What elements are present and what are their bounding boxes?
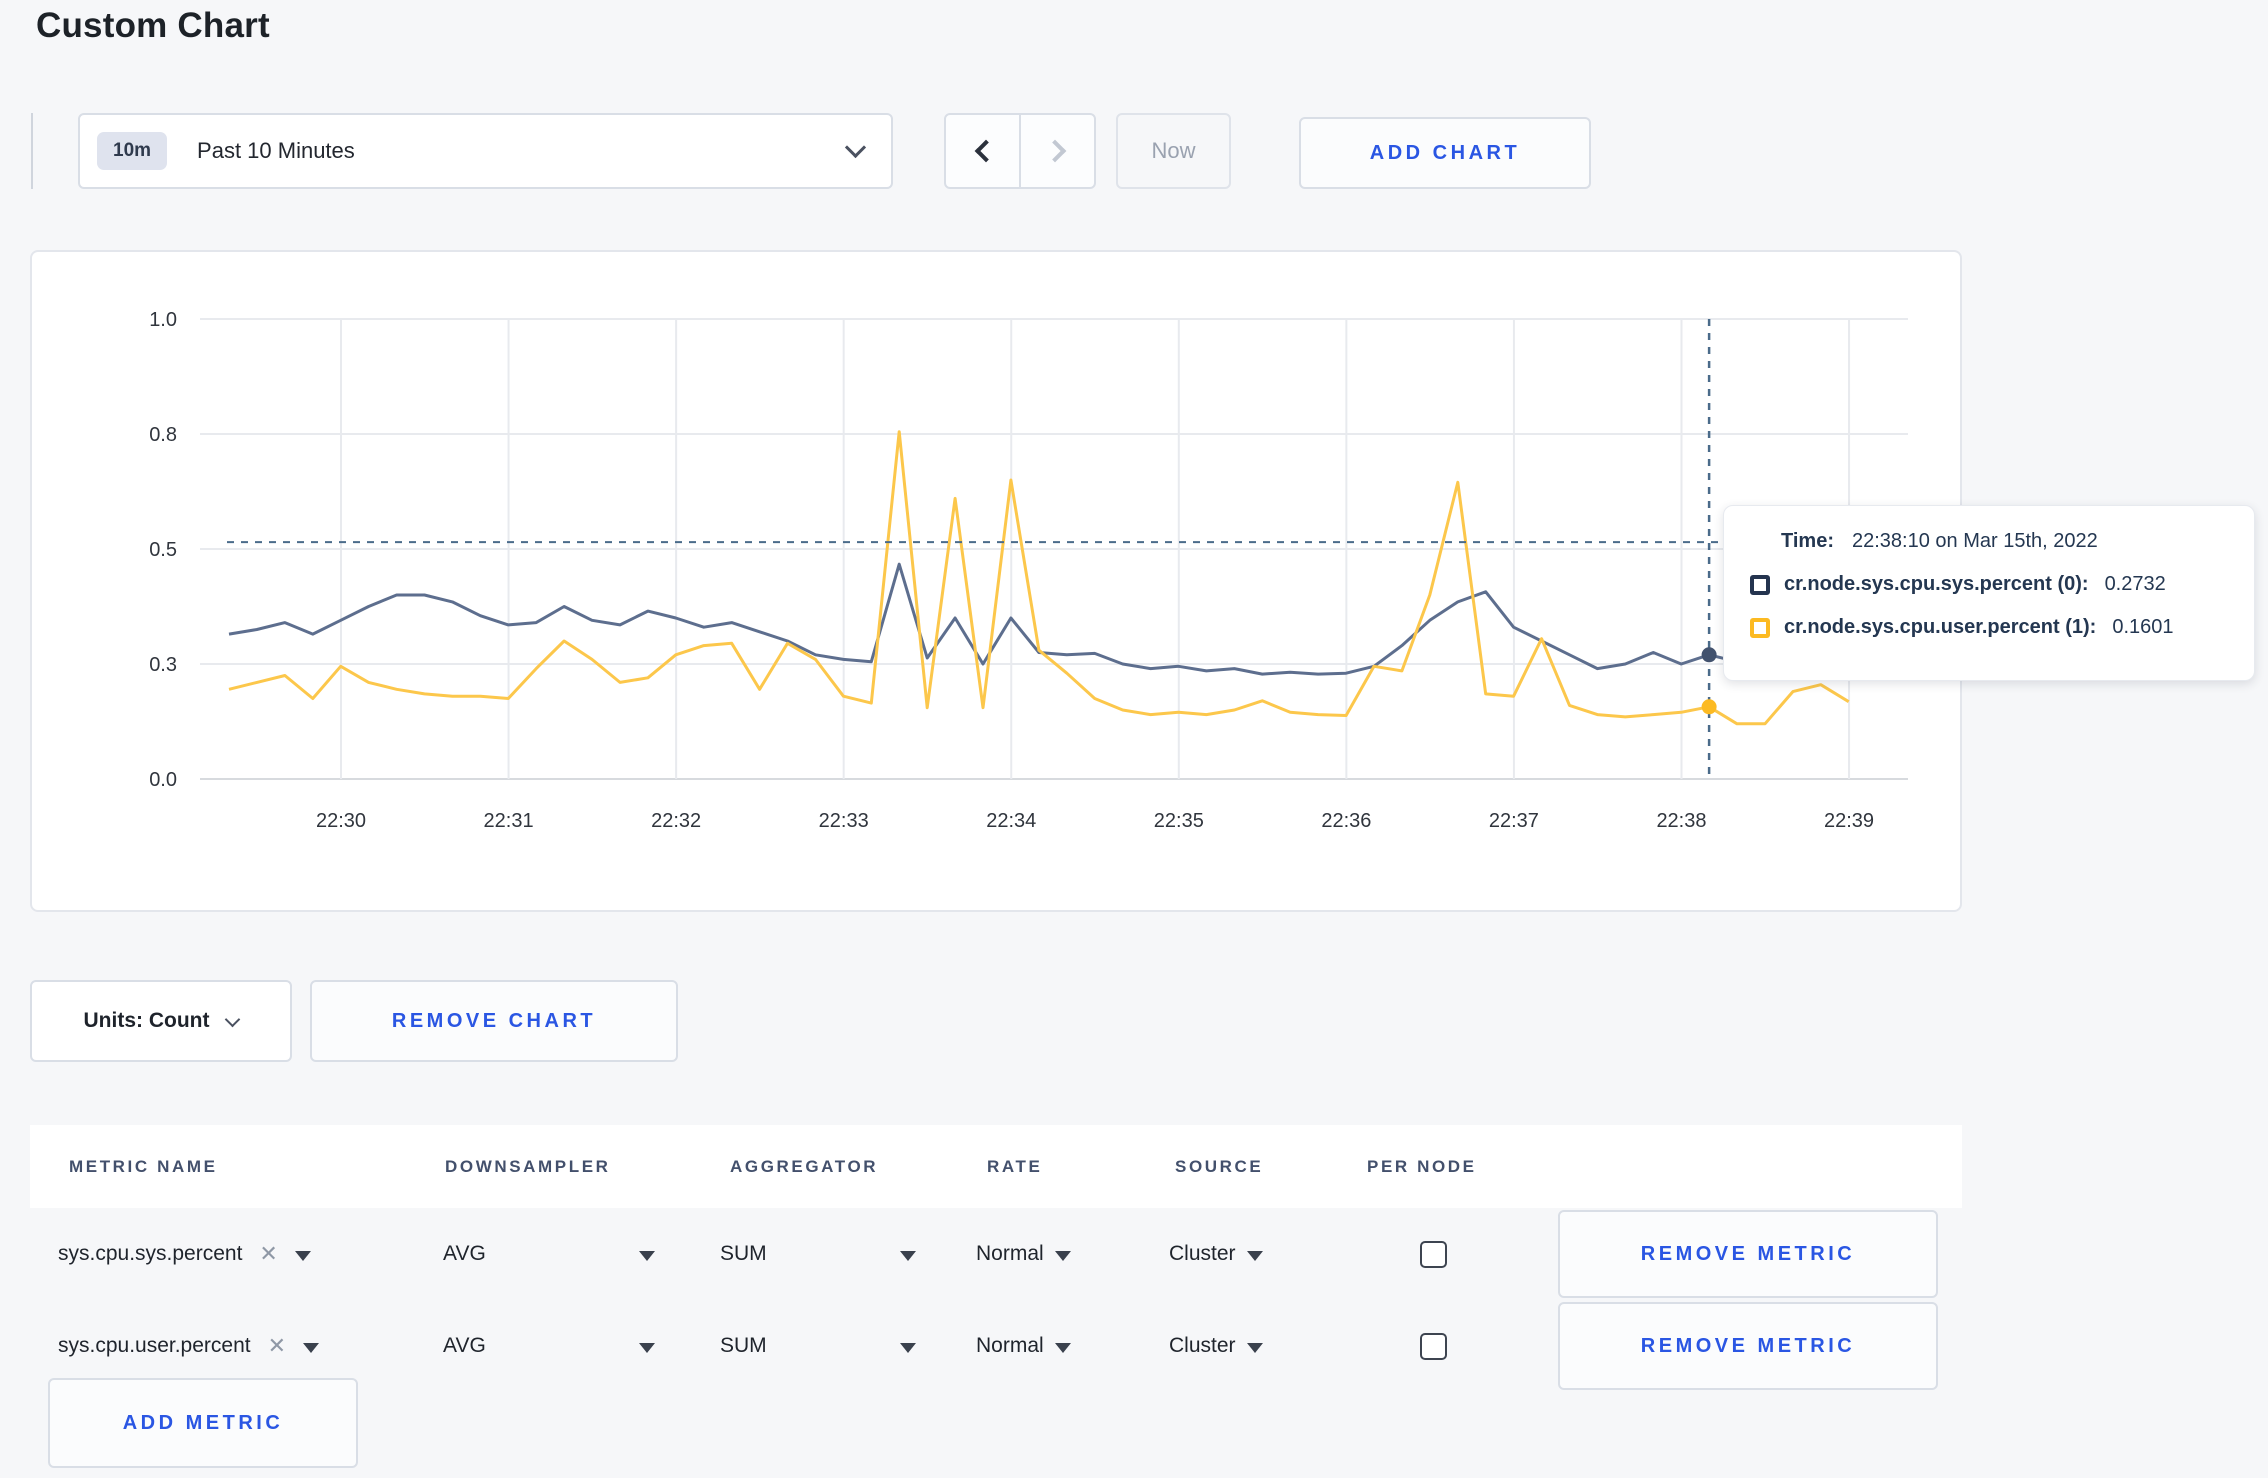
downsampler-select[interactable]: AVG: [443, 1208, 655, 1300]
chart-card: 0.0 0.3 0.5 0.8 1.0 22:30 22:31 22:32 22:33 22:34…: [30, 250, 1962, 912]
aggregator-value: SUM: [720, 1242, 767, 1265]
tooltip-series-value: 0.1601: [2112, 616, 2174, 638]
caret-down-icon: [1246, 1250, 1263, 1261]
add-metric-button[interactable]: ADD METRIC: [48, 1378, 358, 1468]
caret-down-icon: [294, 1250, 311, 1261]
svg-text:22:30: 22:30: [316, 810, 366, 832]
svg-text:22:39: 22:39: [1824, 810, 1874, 832]
svg-text:22:33: 22:33: [819, 810, 869, 832]
col-header-rate: RATE: [987, 1156, 1043, 1176]
aggregator-value: SUM: [720, 1334, 767, 1357]
series-swatch-icon: [1750, 617, 1770, 638]
svg-text:0.5: 0.5: [149, 539, 177, 561]
time-range-select[interactable]: 10m Past 10 Minutes: [78, 113, 893, 189]
svg-text:1.0: 1.0: [149, 309, 177, 331]
tooltip-series-name: cr.node.sys.cpu.sys.percent (0):: [1784, 573, 2089, 595]
svg-text:22:32: 22:32: [651, 810, 701, 832]
time-forward-button[interactable]: [1019, 115, 1094, 187]
chevron-down-icon: [844, 136, 867, 159]
svg-text:0.8: 0.8: [149, 424, 177, 446]
time-nav-group: [944, 113, 1096, 189]
caret-down-icon: [1054, 1250, 1071, 1261]
per-node-cell: [1420, 1208, 1447, 1300]
time-back-button[interactable]: [946, 115, 1019, 187]
chevron-left-icon: [974, 139, 997, 163]
rate-select[interactable]: Normal: [976, 1300, 1071, 1392]
tooltip-time-label: Time:: [1781, 530, 1834, 552]
tooltip-series-value: 0.2732: [2104, 573, 2166, 595]
clear-metric-icon[interactable]: ✕: [268, 1335, 286, 1357]
time-range-label: Past 10 Minutes: [197, 138, 355, 163]
add-chart-button[interactable]: ADD CHART: [1299, 117, 1591, 189]
rate-select[interactable]: Normal: [976, 1208, 1071, 1300]
svg-text:22:31: 22:31: [484, 810, 534, 832]
svg-text:0.3: 0.3: [149, 654, 177, 676]
remove-metric-button[interactable]: REMOVE METRIC: [1558, 1210, 1938, 1298]
metric-name-value: sys.cpu.user.percent: [58, 1334, 251, 1357]
col-header-aggregator: AGGREGATOR: [730, 1156, 879, 1176]
per-node-cell: [1420, 1300, 1447, 1392]
caret-down-icon: [1054, 1342, 1071, 1353]
metric-name-select[interactable]: sys.cpu.sys.percent ✕: [58, 1208, 311, 1300]
toolbar-divider: [31, 113, 33, 189]
tooltip-series-row: cr.node.sys.cpu.sys.percent (0): 0.2732: [1750, 573, 2254, 596]
source-select[interactable]: Cluster: [1169, 1208, 1263, 1300]
caret-down-icon: [303, 1342, 320, 1353]
rate-value: Normal: [976, 1334, 1044, 1357]
series-swatch-icon: [1750, 574, 1770, 595]
remove-chart-button[interactable]: REMOVE CHART: [310, 980, 678, 1062]
downsampler-select[interactable]: AVG: [443, 1300, 655, 1392]
metrics-table-header: METRIC NAME DOWNSAMPLER AGGREGATOR RATE …: [30, 1125, 1962, 1208]
metric-name-value: sys.cpu.sys.percent: [58, 1242, 243, 1265]
caret-down-icon: [900, 1250, 916, 1261]
caret-down-icon: [639, 1250, 655, 1261]
page-title: Custom Chart: [36, 6, 270, 45]
col-header-per-node: PER NODE: [1367, 1156, 1477, 1176]
source-value: Cluster: [1169, 1334, 1236, 1357]
chevron-right-icon: [1043, 139, 1066, 163]
rate-value: Normal: [976, 1242, 1044, 1265]
now-button[interactable]: Now: [1116, 113, 1231, 189]
units-select[interactable]: Units: Count: [30, 980, 292, 1062]
caret-down-icon: [639, 1342, 655, 1353]
aggregator-select[interactable]: SUM: [720, 1208, 916, 1300]
svg-text:22:35: 22:35: [1154, 810, 1204, 832]
clear-metric-icon[interactable]: ✕: [259, 1243, 277, 1265]
remove-metric-button[interactable]: REMOVE METRIC: [1558, 1302, 1938, 1390]
source-value: Cluster: [1169, 1242, 1236, 1265]
chevron-down-icon: [225, 1011, 241, 1027]
col-header-metric-name: METRIC NAME: [69, 1156, 218, 1176]
col-header-source: SOURCE: [1175, 1156, 1264, 1176]
tooltip-time-value: 22:38:10 on Mar 15th, 2022: [1851, 530, 2098, 552]
units-label: Units: Count: [83, 1009, 210, 1032]
caret-down-icon: [1246, 1342, 1263, 1353]
svg-text:22:36: 22:36: [1321, 810, 1371, 832]
caret-down-icon: [900, 1342, 916, 1353]
svg-text:0.0: 0.0: [149, 769, 177, 791]
aggregator-select[interactable]: SUM: [720, 1300, 916, 1392]
tooltip-series-row: cr.node.sys.cpu.user.percent (1): 0.1601: [1750, 616, 2254, 639]
chart-tooltip: Time: 22:38:10 on Mar 15th, 2022 cr.node…: [1723, 505, 2255, 681]
downsampler-value: AVG: [443, 1242, 486, 1265]
per-node-checkbox[interactable]: [1420, 1332, 1447, 1360]
cpu-usage-chart[interactable]: 0.0 0.3 0.5 0.8 1.0 22:30 22:31 22:32 22:33 22:34…: [32, 252, 1960, 910]
downsampler-value: AVG: [443, 1334, 486, 1357]
col-header-downsampler: DOWNSAMPLER: [445, 1156, 611, 1176]
svg-text:22:38: 22:38: [1656, 810, 1706, 832]
source-select[interactable]: Cluster: [1169, 1300, 1263, 1392]
svg-text:22:37: 22:37: [1489, 810, 1539, 832]
tooltip-time-row: Time: 22:38:10 on Mar 15th, 2022: [1750, 530, 2254, 553]
svg-text:22:34: 22:34: [986, 810, 1036, 832]
tooltip-series-name: cr.node.sys.cpu.user.percent (1):: [1784, 616, 2097, 638]
metric-row: sys.cpu.sys.percent ✕ AVG SUM Normal Clu…: [30, 1208, 1962, 1300]
time-range-badge: 10m: [97, 132, 168, 170]
per-node-checkbox[interactable]: [1420, 1240, 1447, 1268]
